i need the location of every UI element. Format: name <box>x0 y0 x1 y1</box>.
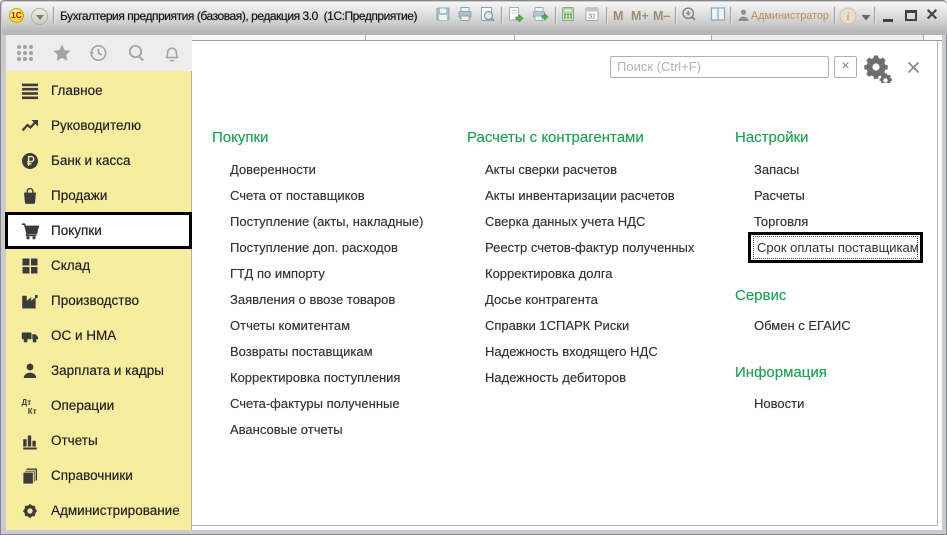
svg-text:i: i <box>847 12 850 23</box>
svg-text:Дт: Дт <box>22 397 32 406</box>
svg-text:31: 31 <box>588 14 596 21</box>
svg-text:Кт: Кт <box>28 407 37 415</box>
